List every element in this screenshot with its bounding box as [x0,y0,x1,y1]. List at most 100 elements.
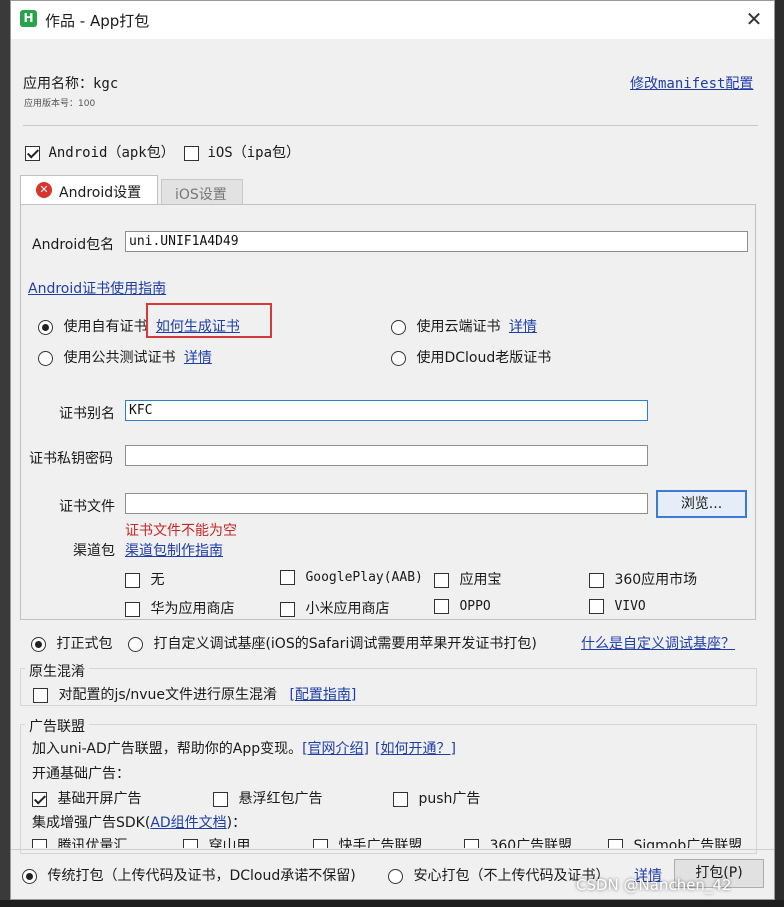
android-cert-guide-link[interactable]: Android证书使用指南 [28,278,166,298]
public-test-cert-radio[interactable] [38,350,53,366]
browse-button[interactable]: 浏览... [656,490,747,518]
channel-yingyongbao[interactable]: 应用宝 [434,569,501,589]
enhanced-ad-sigmob[interactable]: Sigmob广告联盟 [608,835,742,848]
obfuscation-checkbox[interactable] [33,687,48,703]
app-name-row: 应用名称：kgc [23,73,118,93]
formal-build-option[interactable]: 打正式包 [31,633,112,653]
channel-oppo-label: OPPO [459,599,491,614]
basic-ad-redpacket-label: 悬浮红包广告 [238,791,323,807]
dcloud-old-cert-label: 使用DCloud老版证书 [416,350,552,366]
channel-xiaomi-checkbox[interactable] [280,601,295,617]
enhanced-ad-360-checkbox[interactable] [464,838,479,848]
android-settings-panel: Android包名 uni.UNIF1A4D49 Android证书使用指南 使… [20,204,756,620]
basic-ad-splash[interactable]: 基础开屏广告 [32,788,141,808]
channel-xiaomi-label: 小米应用商店 [305,601,390,617]
ad-component-doc-link[interactable]: AD组件文档 [150,815,226,831]
enhanced-ad-sigmob-label: Sigmob广告联盟 [633,838,743,848]
channel-vivo-checkbox[interactable] [589,598,604,614]
cert-password-label: 证书私钥密码 [29,451,113,467]
dcloud-old-cert-option[interactable]: 使用DCloud老版证书 [391,347,551,367]
basic-ad-push-checkbox[interactable] [393,791,408,807]
modify-manifest-link[interactable]: 修改manifest配置 [630,73,753,93]
cloud-cert-details-link[interactable]: 详情 [509,319,537,335]
basic-ad-splash-label: 基础开屏广告 [57,791,142,807]
package-name-value: uni.UNIF1A4D49 [129,234,239,249]
cert-alias-input[interactable]: KFC [125,400,648,421]
ads-intro-text: 加入uni-AD广告联盟，帮助你的App变现。 [32,741,303,757]
tab-ios-label: iOS设置 [175,187,227,203]
channel-yingyongbao-checkbox[interactable] [434,572,449,588]
public-test-cert-label: 使用公共测试证书 [63,350,176,366]
obfuscation-option[interactable]: 对配置的js/nvue文件进行原生混淆 [配置指南] [33,684,356,704]
error-icon: ✕ [36,182,52,198]
android-checkbox[interactable] [25,145,40,161]
enhanced-ad-360[interactable]: 360广告联盟 [464,835,572,848]
ios-platform-option[interactable]: iOS（ipa包） [184,142,300,162]
channel-huawei-checkbox[interactable] [125,601,140,617]
android-platform-label: Android（apk包） [48,145,175,161]
traditional-pack-label: 传统打包（上传代码及证书，DCloud承诺不保留) [47,868,356,884]
channel-oppo[interactable]: OPPO [434,598,491,614]
ads-official-link[interactable]: [官网介绍] [302,741,369,757]
public-cert-details-link[interactable]: 详情 [184,350,212,366]
channel-none-checkbox[interactable] [125,572,140,588]
enhanced-ad-kuaishou-checkbox[interactable] [313,838,328,848]
channel-huawei[interactable]: 华为应用商店 [125,598,234,618]
channel-vivo[interactable]: VIVO [589,598,646,614]
ads-how-link[interactable]: [如何开通？] [375,741,456,757]
enhanced-ad-pangle[interactable]: 穿山甲 [183,835,250,848]
enhanced-ad-tencent[interactable]: 腾讯优量汇 [32,835,127,848]
desktop-background-right [775,0,784,907]
ads-title: 广告联盟 [25,716,89,736]
tab-ios-settings[interactable]: iOS设置 [161,179,243,205]
basic-ad-splash-checkbox[interactable] [32,791,47,807]
custom-base-help-link[interactable]: 什么是自定义调试基座？ [581,633,735,653]
own-cert-radio[interactable] [38,319,53,335]
channel-none[interactable]: 无 [125,569,164,589]
formal-build-label: 打正式包 [56,636,113,652]
cloud-cert-radio[interactable] [391,319,406,335]
dcloud-old-cert-radio[interactable] [391,350,406,366]
enhanced-ads-suffix: )： [226,815,247,831]
cert-password-input[interactable] [125,445,648,466]
package-name-input[interactable]: uni.UNIF1A4D49 [125,231,748,252]
formal-build-radio[interactable] [31,636,46,652]
channel-360[interactable]: 360应用市场 [589,569,697,589]
channel-360-checkbox[interactable] [589,572,604,588]
channel-label: 渠道包 [73,543,115,559]
custom-base-radio[interactable] [128,636,143,652]
basic-ad-redpacket[interactable]: 悬浮红包广告 [213,788,322,808]
traditional-pack-option[interactable]: 传统打包（上传代码及证书，DCloud承诺不保留) [22,865,356,885]
safe-pack-radio[interactable] [388,868,403,884]
cert-password-value [126,446,647,448]
close-button[interactable]: ✕ [739,5,769,33]
enhanced-ads-row: 集成增强广告SDK(AD组件文档)： [32,812,246,832]
enhanced-ad-pangle-checkbox[interactable] [183,838,198,848]
channel-googleplay[interactable]: GooglePlay(AAB) [280,569,423,585]
android-platform-option[interactable]: Android（apk包） [25,142,175,162]
own-cert-label: 使用自有证书 [63,319,148,335]
enhanced-ad-tencent-label: 腾讯优量汇 [57,838,128,848]
cloud-cert-label: 使用云端证书 [416,319,501,335]
app-version: 应用版本号：100 [24,99,96,109]
channel-oppo-checkbox[interactable] [434,598,449,614]
public-test-cert-option[interactable]: 使用公共测试证书 详情 [38,347,212,367]
cloud-cert-option[interactable]: 使用云端证书 详情 [391,316,537,336]
enhanced-ad-tencent-checkbox[interactable] [32,838,47,848]
enhanced-ad-sigmob-checkbox[interactable] [608,838,623,848]
tab-android-settings[interactable]: ✕ Android设置 [20,175,158,205]
cert-alias-label: 证书别名 [59,406,115,422]
obfuscation-guide-link[interactable]: [配置指南] [289,687,356,703]
channel-guide-link[interactable]: 渠道包制作指南 [125,540,223,560]
cert-file-input[interactable] [125,493,648,514]
channel-googleplay-checkbox[interactable] [280,569,295,585]
basic-ad-push[interactable]: push广告 [393,788,480,808]
basic-ad-redpacket-checkbox[interactable] [213,791,228,807]
channel-xiaomi[interactable]: 小米应用商店 [280,598,389,618]
ios-checkbox[interactable] [184,145,199,161]
custom-base-option[interactable]: 打自定义调试基座(iOS的Safari调试需要用苹果开发证书打包) [128,633,537,653]
traditional-pack-radio[interactable] [22,868,37,884]
enhanced-ad-kuaishou[interactable]: 快手广告联盟 [313,835,422,848]
enhanced-ads-prefix: 集成增强广告SDK( [32,815,151,831]
footer-divider [11,849,774,850]
